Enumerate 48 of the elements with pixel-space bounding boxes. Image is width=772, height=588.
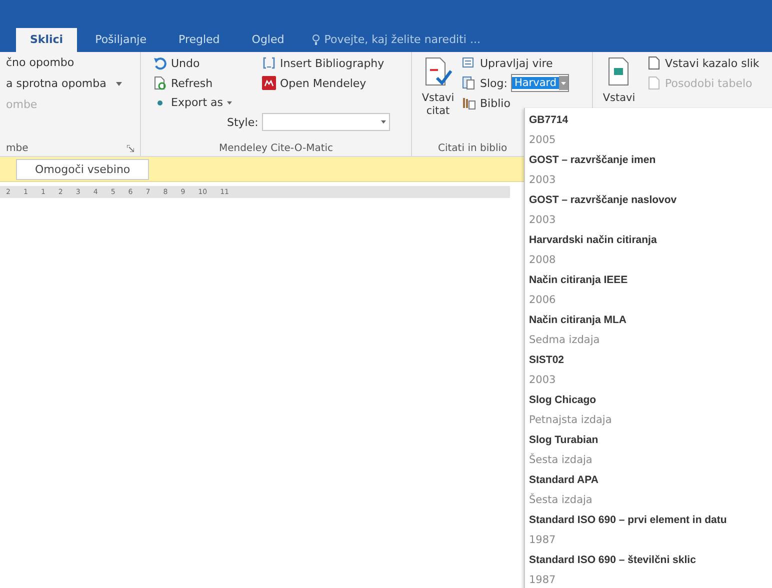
ribbon-tab[interactable]: Ogled — [238, 28, 298, 52]
tell-me-field[interactable]: Povejte, kaj želite narediti ... — [324, 33, 480, 46]
menu-item[interactable]: Način citiranja IEEE 2006 — [529, 270, 772, 310]
caret-icon — [226, 100, 232, 104]
ribbon-button[interactable]: Vstavi kazalo slik — [647, 56, 760, 70]
menu-item[interactable]: Slog Turabian Šesta izdaja — [529, 430, 772, 470]
lightbulb-icon — [312, 34, 320, 46]
ribbon-button[interactable]: Insert Bibliography — [262, 56, 384, 70]
ribbon-button[interactable]: čno opombo — [6, 56, 134, 69]
document-icon — [462, 76, 476, 90]
bracket-icon — [262, 56, 276, 70]
ribbon-button[interactable]: Export as — [153, 96, 232, 109]
menu-item[interactable]: Harvardski način citiranja 2008 — [529, 230, 772, 270]
manage-sources-button[interactable]: Upravljaj vire — [462, 56, 569, 70]
group-label: mbe — [6, 143, 28, 154]
caret-icon — [558, 76, 568, 90]
page-icon — [647, 76, 661, 90]
ribbon-tab[interactable]: Pošiljanje — [81, 28, 160, 52]
books-icon — [462, 96, 476, 110]
sources-icon — [462, 56, 476, 70]
launcher-icon[interactable] — [127, 145, 134, 152]
menu-item[interactable]: Način citiranja MLA Sedma izdaja — [529, 310, 772, 350]
menu-item[interactable]: SIST02 2003 — [529, 350, 772, 390]
enable-content-button[interactable]: Omogoči vsebino — [16, 158, 150, 180]
style-label: Slog: — [480, 76, 508, 90]
app-logo-icon — [262, 76, 276, 90]
ribbon-button[interactable]: a sprotna opomba — [6, 77, 134, 90]
ribbon-tab[interactable]: Pregled — [164, 28, 234, 52]
group-label: Mendeley Cite-O-Matic — [218, 143, 334, 154]
menu-item[interactable]: Slog Chicago Petnajsta izdaja — [529, 390, 772, 430]
page-icon — [647, 56, 661, 70]
caret-icon — [381, 120, 386, 124]
refresh-icon — [153, 76, 167, 90]
ribbon-button[interactable]: Open Mendeley — [262, 76, 384, 90]
style-select[interactable]: Harvard — [511, 74, 569, 92]
undo-icon — [153, 56, 167, 70]
ribbon-button[interactable]: Undo — [153, 56, 232, 70]
insert-citation-button[interactable]: Vstavi citat — [418, 56, 458, 143]
ribbon-tab[interactable]: Sklici — [16, 28, 78, 52]
ribbon-button[interactable]: Refresh — [153, 76, 232, 90]
dot-icon — [157, 100, 163, 106]
menu-item[interactable]: Standard ISO 690 – številčni sklic 1987 — [529, 550, 772, 588]
menu-item[interactable]: Standard APA Šesta izdaja — [529, 470, 772, 510]
menu-item[interactable]: GOST – razvrščanje naslovov 2003 — [529, 190, 772, 230]
menu-item[interactable]: Standard ISO 690 – prvi element in datu 1987 — [529, 510, 772, 550]
bibliography-button[interactable]: Biblio — [462, 96, 569, 110]
style-label: Style: — [227, 116, 258, 128]
group-label: Citati in biblio — [438, 143, 508, 154]
